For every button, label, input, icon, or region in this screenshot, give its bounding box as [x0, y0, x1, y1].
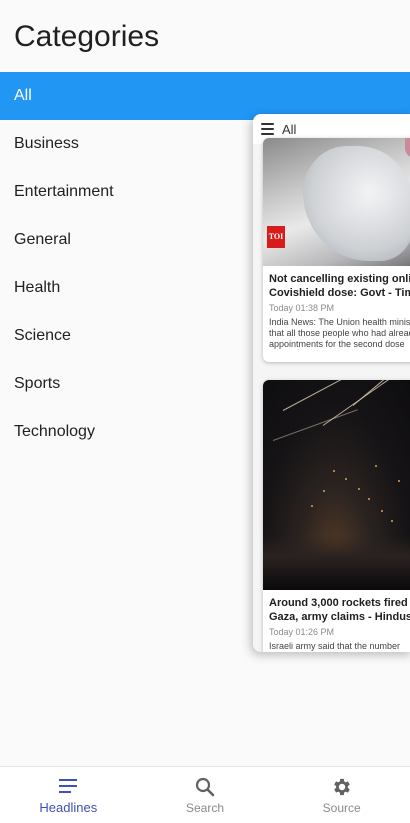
article-description: India News: The Union health ministry th… [269, 317, 410, 349]
nav-search-label: Search [185, 800, 225, 815]
article-headline: Around 3,000 rockets fired from Gaza, ar… [269, 597, 410, 623]
source-logo: TOI [267, 226, 285, 248]
nav-headlines[interactable]: Headlines [0, 767, 137, 823]
category-item-all[interactable]: All [0, 72, 410, 120]
search-icon [194, 776, 216, 798]
article-description: Israeli army said that the number [269, 641, 401, 651]
article-card[interactable]: Around 3,000 rockets fired from Gaza, ar… [263, 380, 410, 652]
article-headline: Not cancelling existing online Covishiel… [269, 273, 410, 299]
preview-title: All [282, 121, 297, 137]
article-time: Today 01:26 PM [269, 627, 335, 637]
page-title: Categories [14, 20, 160, 53]
gear-icon [331, 776, 353, 798]
article-image: TOI [263, 138, 410, 266]
article-time: Today 01:38 PM [269, 303, 335, 313]
article-list: TOI Not cancelling existing online Covis… [253, 138, 410, 652]
headlines-preview-panel[interactable]: All TOI Not cancelling existing online C… [253, 114, 410, 652]
nav-source-label: Source [322, 800, 361, 815]
nav-source[interactable]: Source [273, 767, 410, 823]
headlines-icon [57, 775, 79, 797]
nav-headlines-label: Headlines [39, 800, 98, 815]
article-card[interactable]: TOI Not cancelling existing online Covis… [263, 138, 410, 362]
menu-icon[interactable] [261, 123, 274, 135]
nav-search[interactable]: Search [137, 767, 274, 823]
article-image [263, 380, 410, 590]
bottom-navigation: Headlines Search Source [0, 766, 410, 823]
